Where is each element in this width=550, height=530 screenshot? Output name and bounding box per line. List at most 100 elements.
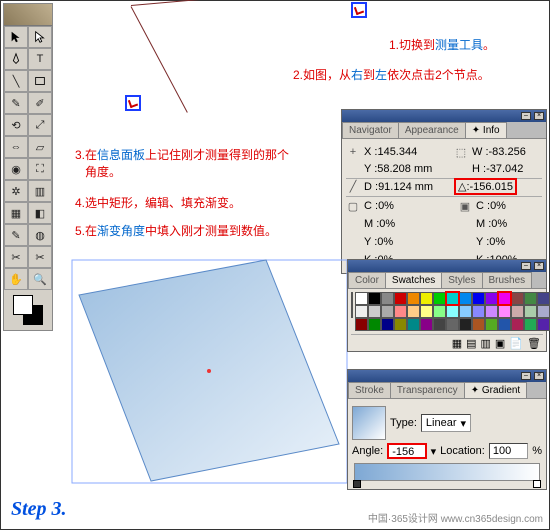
- gradient-tool[interactable]: ◧: [28, 202, 52, 224]
- swatch[interactable]: [498, 305, 511, 318]
- tab-info[interactable]: ✦ Info: [465, 122, 507, 138]
- swatch[interactable]: [355, 292, 368, 305]
- swatch[interactable]: [524, 318, 537, 331]
- swatch[interactable]: [537, 305, 550, 318]
- swatch[interactable]: [485, 292, 498, 305]
- swatches-bar[interactable]: –×: [348, 260, 546, 272]
- gradient-type-select[interactable]: Linear▾: [421, 414, 471, 432]
- swatch[interactable]: [446, 305, 459, 318]
- swatch[interactable]: [420, 305, 433, 318]
- swatch[interactable]: [381, 292, 394, 305]
- new-folder-icon[interactable]: 📄: [509, 337, 523, 346]
- rotate-tool[interactable]: ⟲: [4, 114, 28, 136]
- swatch[interactable]: [368, 305, 381, 318]
- swatch[interactable]: [381, 318, 394, 331]
- gradient-stop-end[interactable]: [533, 480, 541, 488]
- swatch[interactable]: [498, 292, 511, 305]
- selection-tool[interactable]: [4, 26, 28, 48]
- minimize-icon[interactable]: –: [521, 372, 531, 380]
- zoom-tool[interactable]: 🔍: [28, 268, 52, 290]
- new-swatch-icon[interactable]: ▤: [466, 337, 476, 346]
- scale-tool[interactable]: ⤢: [28, 114, 52, 136]
- symbol-tool[interactable]: ✲: [4, 180, 28, 202]
- gradient-angle-input[interactable]: -156: [387, 443, 426, 459]
- swatch[interactable]: [485, 305, 498, 318]
- fill-stroke[interactable]: [4, 290, 52, 330]
- swatch[interactable]: [459, 305, 472, 318]
- reflect-tool[interactable]: ⇔: [4, 136, 28, 158]
- swatch[interactable]: [511, 292, 524, 305]
- minimize-icon[interactable]: –: [521, 112, 531, 120]
- swatch[interactable]: [420, 318, 433, 331]
- info-panel-bar[interactable]: –×: [342, 110, 546, 122]
- swatch[interactable]: [407, 292, 420, 305]
- close-icon[interactable]: ×: [534, 262, 544, 270]
- trash-icon[interactable]: 🗑: [527, 337, 541, 346]
- hand-tool[interactable]: ✋: [4, 268, 28, 290]
- swatch[interactable]: [446, 292, 459, 305]
- swatch[interactable]: [433, 318, 446, 331]
- gradient-bar[interactable]: –×: [348, 370, 546, 382]
- swatch[interactable]: [472, 305, 485, 318]
- swatch[interactable]: [368, 318, 381, 331]
- tab-transparency[interactable]: Transparency: [390, 382, 465, 398]
- swatch[interactable]: [472, 292, 485, 305]
- warp-tool[interactable]: ◉: [4, 158, 28, 180]
- gradient-location-input[interactable]: 100: [489, 443, 528, 459]
- chevron-down-icon[interactable]: ▾: [431, 445, 437, 458]
- swatch[interactable]: [407, 305, 420, 318]
- swatch[interactable]: [485, 318, 498, 331]
- swatch[interactable]: [524, 305, 537, 318]
- swatch[interactable]: [524, 292, 537, 305]
- swatch[interactable]: [407, 318, 420, 331]
- pen-tool[interactable]: [4, 48, 28, 70]
- slice-tool[interactable]: ✂: [4, 246, 28, 268]
- swatch[interactable]: [511, 318, 524, 331]
- swatch[interactable]: [394, 292, 407, 305]
- measure-node-left[interactable]: [125, 95, 141, 111]
- show-all-icon[interactable]: ▦: [452, 337, 462, 346]
- tab-styles[interactable]: Styles: [441, 272, 482, 288]
- rect-tool[interactable]: [28, 70, 52, 92]
- toolbox-header[interactable]: [4, 4, 52, 26]
- line-tool[interactable]: ╲: [4, 70, 28, 92]
- brush-tool[interactable]: ✎: [4, 92, 28, 114]
- tab-navigator[interactable]: Navigator: [342, 122, 399, 138]
- canvas-rectangle[interactable]: [71, 259, 351, 487]
- swatch[interactable]: [498, 318, 511, 331]
- tab-appearance[interactable]: Appearance: [398, 122, 466, 138]
- swatch[interactable]: [433, 305, 446, 318]
- swatch[interactable]: [420, 292, 433, 305]
- tab-stroke[interactable]: Stroke: [348, 382, 391, 398]
- minimize-icon[interactable]: –: [521, 262, 531, 270]
- free-transform-tool[interactable]: ⛶: [28, 158, 52, 180]
- shear-tool[interactable]: ▱: [28, 136, 52, 158]
- swatch[interactable]: [355, 318, 368, 331]
- swatch[interactable]: [537, 292, 550, 305]
- gradient-slider[interactable]: [354, 463, 540, 481]
- swatch[interactable]: [355, 305, 368, 318]
- swatch[interactable]: [368, 292, 381, 305]
- swatch[interactable]: [537, 318, 550, 331]
- fill-swatch[interactable]: [13, 295, 33, 315]
- tab-color[interactable]: Color: [348, 272, 386, 288]
- gradient-preview[interactable]: [352, 406, 386, 440]
- swatch[interactable]: [433, 292, 446, 305]
- type-tool[interactable]: T: [28, 48, 52, 70]
- gradient-stop-start[interactable]: [353, 480, 361, 488]
- swatch[interactable]: [446, 318, 459, 331]
- new-swatch-icon[interactable]: ▥: [481, 337, 491, 346]
- swatch[interactable]: [381, 305, 394, 318]
- mesh-tool[interactable]: ▦: [4, 202, 28, 224]
- blend-tool[interactable]: ◍: [28, 224, 52, 246]
- tab-gradient[interactable]: ✦ Gradient: [464, 382, 528, 398]
- pencil-tool[interactable]: ✐: [28, 92, 52, 114]
- new-swatch-icon[interactable]: ▣: [495, 337, 505, 346]
- direct-select-tool[interactable]: [28, 26, 52, 48]
- eyedropper-tool[interactable]: ✎: [4, 224, 28, 246]
- swatch[interactable]: [394, 318, 407, 331]
- none-swatch[interactable]: [351, 292, 353, 318]
- swatch[interactable]: [394, 305, 407, 318]
- scissors-tool[interactable]: ✂: [28, 246, 52, 268]
- swatch[interactable]: [459, 292, 472, 305]
